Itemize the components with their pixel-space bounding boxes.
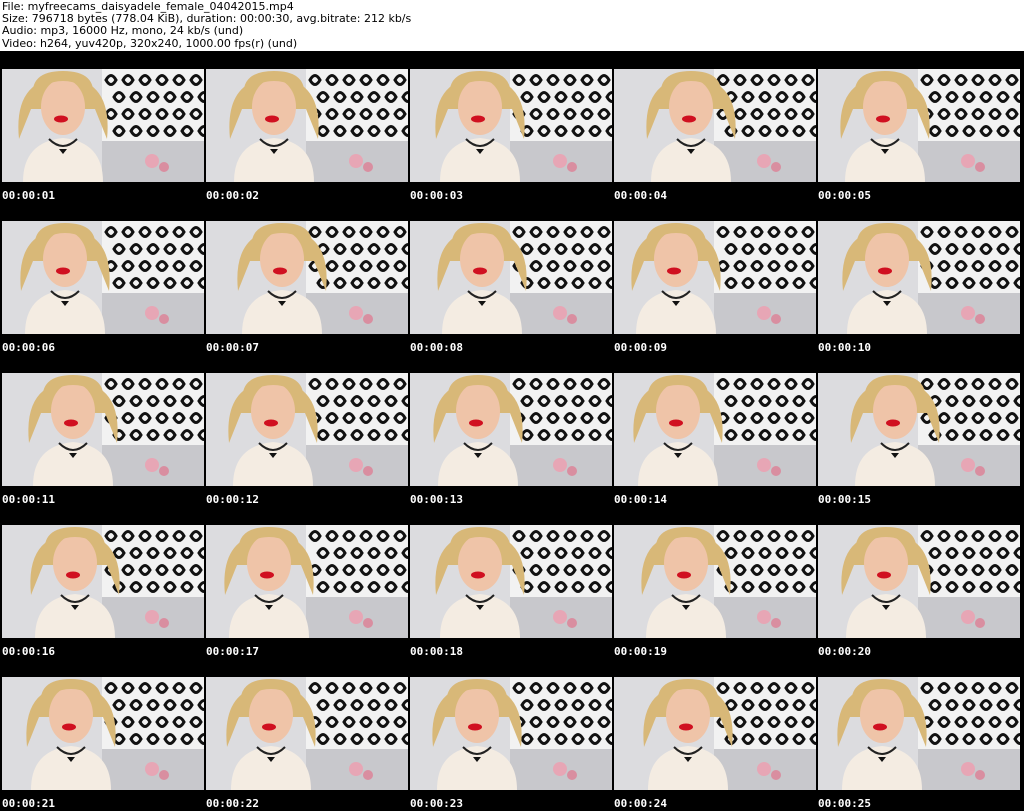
frame-timestamp: 00:00:23 <box>410 797 463 810</box>
video-frame-image <box>614 373 816 486</box>
video-frame-image <box>410 69 612 182</box>
video-frame-image <box>2 373 204 486</box>
video-frame-image <box>410 525 612 638</box>
frame-timestamp: 00:00:03 <box>410 189 463 202</box>
thumbnail-cell: 00:00:01 <box>0 51 204 203</box>
frame-timestamp: 00:00:06 <box>2 341 55 354</box>
video-frame-image <box>2 677 204 790</box>
thumbnail-cell: 00:00:08 <box>408 203 612 355</box>
video-frame-image <box>818 373 1020 486</box>
video-frame-image <box>206 69 408 182</box>
video-frame-image <box>614 525 816 638</box>
thumbnail-cell: 00:00:19 <box>612 507 816 659</box>
thumbnail-cell: 00:00:10 <box>816 203 1020 355</box>
file-info-header: File: myfreecams_daisyadele_female_04042… <box>0 0 1024 50</box>
video-frame-image <box>206 373 408 486</box>
frame-timestamp: 00:00:04 <box>614 189 667 202</box>
thumbnail-cell: 00:00:09 <box>612 203 816 355</box>
frame-timestamp: 00:00:20 <box>818 645 871 658</box>
frame-timestamp: 00:00:19 <box>614 645 667 658</box>
video-info-line: Video: h264, yuv420p, 320x240, 1000.00 f… <box>2 36 298 50</box>
thumbnail-cell: 00:00:13 <box>408 355 612 507</box>
thumbnail-cell: 00:00:14 <box>612 355 816 507</box>
thumbnail-cell: 00:00:18 <box>408 507 612 659</box>
thumbnail-cell: 00:00:12 <box>204 355 408 507</box>
frame-timestamp: 00:00:15 <box>818 493 871 506</box>
frame-timestamp: 00:00:25 <box>818 797 871 810</box>
video-frame-image <box>410 677 612 790</box>
video-frame-image <box>614 69 816 182</box>
thumbnail-cell: 00:00:22 <box>204 659 408 811</box>
thumbnail-cell: 00:00:17 <box>204 507 408 659</box>
frame-timestamp: 00:00:09 <box>614 341 667 354</box>
thumbnail-cell: 00:00:11 <box>0 355 204 507</box>
thumbnail-cell: 00:00:24 <box>612 659 816 811</box>
video-frame-image <box>818 69 1020 182</box>
thumbnail-cell: 00:00:21 <box>0 659 204 811</box>
thumbnail-grid: 00:00:01 00:00:02 00:00:03 00:00:04 00:00:05… <box>0 51 1024 811</box>
video-frame-image <box>2 221 204 334</box>
frame-timestamp: 00:00:14 <box>614 493 667 506</box>
thumbnail-cell: 00:00:06 <box>0 203 204 355</box>
thumbnail-cell: 00:00:15 <box>816 355 1020 507</box>
video-frame-image <box>410 373 612 486</box>
frame-timestamp: 00:00:18 <box>410 645 463 658</box>
frame-timestamp: 00:00:05 <box>818 189 871 202</box>
video-frame-image <box>614 221 816 334</box>
frame-timestamp: 00:00:22 <box>206 797 259 810</box>
frame-timestamp: 00:00:11 <box>2 493 55 506</box>
video-frame-image <box>206 525 408 638</box>
thumbnail-cell: 00:00:20 <box>816 507 1020 659</box>
video-frame-image <box>2 525 204 638</box>
frame-timestamp: 00:00:01 <box>2 189 55 202</box>
video-frame-image <box>410 221 612 334</box>
video-frame-image <box>614 677 816 790</box>
frame-timestamp: 00:00:08 <box>410 341 463 354</box>
video-frame-image <box>2 69 204 182</box>
thumbnail-cell: 00:00:02 <box>204 51 408 203</box>
frame-timestamp: 00:00:16 <box>2 645 55 658</box>
video-frame-image <box>818 677 1020 790</box>
video-frame-image <box>206 677 408 790</box>
frame-timestamp: 00:00:13 <box>410 493 463 506</box>
frame-timestamp: 00:00:07 <box>206 341 259 354</box>
frame-timestamp: 00:00:24 <box>614 797 667 810</box>
thumbnail-cell: 00:00:07 <box>204 203 408 355</box>
frame-timestamp: 00:00:21 <box>2 797 55 810</box>
thumbnail-cell: 00:00:25 <box>816 659 1020 811</box>
video-frame-image <box>818 221 1020 334</box>
frame-timestamp: 00:00:02 <box>206 189 259 202</box>
frame-timestamp: 00:00:10 <box>818 341 871 354</box>
video-frame-image <box>206 221 408 334</box>
thumbnail-cell: 00:00:23 <box>408 659 612 811</box>
frame-timestamp: 00:00:17 <box>206 645 259 658</box>
video-frame-image <box>818 525 1020 638</box>
thumbnail-cell: 00:00:03 <box>408 51 612 203</box>
thumbnail-cell: 00:00:05 <box>816 51 1020 203</box>
thumbnail-cell: 00:00:16 <box>0 507 204 659</box>
thumbnail-cell: 00:00:04 <box>612 51 816 203</box>
frame-timestamp: 00:00:12 <box>206 493 259 506</box>
audio-info-line: Audio: mp3, 16000 Hz, mono, 24 kb/s (und… <box>2 24 244 38</box>
